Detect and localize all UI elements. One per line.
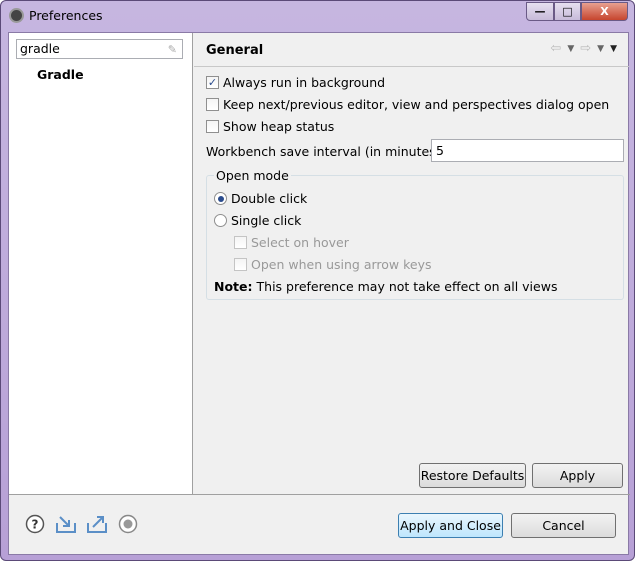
select-on-hover-checkbox: Select on hover <box>234 235 349 250</box>
export-icon[interactable] <box>86 513 108 535</box>
show-heap-status-checkbox[interactable]: Show heap status <box>206 119 334 134</box>
note-text: This preference may not take effect on a… <box>256 279 558 294</box>
checkbox-icon[interactable] <box>206 98 219 111</box>
footer-divider <box>9 494 630 495</box>
checkbox-icon <box>234 258 247 271</box>
option-label: Keep next/previous editor, view and pers… <box>223 97 610 112</box>
close-button[interactable]: X <box>581 2 628 21</box>
preference-page: General ⇦ ▼ ⇨ ▼ ▼ ✓ Always run in backgroun… <box>194 33 629 495</box>
back-arrow-icon[interactable]: ⇦ <box>550 41 561 56</box>
forward-dropdown-icon[interactable]: ▼ <box>597 44 604 56</box>
apply-button[interactable]: Apply <box>532 463 623 488</box>
radio-label: Single click <box>231 213 302 228</box>
preferences-window: Preferences — □ X gradle ✎ Gradle General… <box>0 0 635 561</box>
dialog-body: gradle ✎ Gradle General ⇦ ▼ ⇨ ▼ ▼ ✓ Always r… <box>8 32 630 555</box>
page-navigation: ⇦ ▼ ⇨ ▼ ▼ <box>550 41 617 56</box>
cancel-button[interactable]: Cancel <box>511 513 616 538</box>
navigation-panel: gradle ✎ Gradle <box>9 33 193 495</box>
svg-text:?: ? <box>32 518 39 532</box>
keep-dialog-open-checkbox[interactable]: Keep next/previous editor, view and pers… <box>206 97 609 112</box>
option-label: Always run in background <box>223 75 386 90</box>
open-mode-legend: Open mode <box>214 168 291 183</box>
double-click-radio[interactable]: Double click <box>214 191 307 206</box>
tree-item-gradle[interactable]: Gradle <box>37 67 84 82</box>
checkbox-icon <box>234 236 247 249</box>
help-icon[interactable]: ? <box>24 513 46 535</box>
back-dropdown-icon[interactable]: ▼ <box>567 44 574 56</box>
import-icon[interactable] <box>55 513 77 535</box>
app-gear-icon <box>9 8 24 23</box>
maximize-button[interactable]: □ <box>554 2 581 21</box>
forward-arrow-icon[interactable]: ⇨ <box>580 41 591 56</box>
page-title: General <box>206 43 264 58</box>
radio-label: Double click <box>231 191 308 206</box>
option-label: Select on hover <box>251 235 349 250</box>
checkbox-checked-icon[interactable]: ✓ <box>206 76 219 89</box>
header-divider <box>194 66 629 67</box>
save-interval-input[interactable]: 5 <box>431 139 624 162</box>
open-arrow-keys-checkbox: Open when using arrow keys <box>234 257 432 272</box>
option-label: Show heap status <box>223 119 335 134</box>
radio-icon[interactable] <box>214 214 227 227</box>
view-menu-icon[interactable]: ▼ <box>610 44 617 56</box>
note-label: Note: <box>214 279 253 294</box>
window-title: Preferences <box>29 8 103 23</box>
save-interval-label: Workbench save interval (in minutes): <box>206 144 445 159</box>
note: Note: This preference may not take effect… <box>214 279 557 294</box>
clear-filter-icon[interactable]: ✎ <box>168 43 177 56</box>
minimize-button[interactable]: — <box>526 2 554 21</box>
checkbox-icon[interactable] <box>206 120 219 133</box>
record-icon[interactable] <box>117 513 139 535</box>
restore-defaults-button[interactable]: Restore Defaults <box>419 463 526 488</box>
filter-input[interactable]: gradle ✎ <box>16 39 183 59</box>
apply-and-close-button[interactable]: Apply and Close <box>398 513 503 538</box>
filter-value: gradle <box>20 41 60 56</box>
always-run-background-checkbox[interactable]: ✓ Always run in background <box>206 75 385 90</box>
radio-selected-icon[interactable] <box>214 192 227 205</box>
option-label: Open when using arrow keys <box>251 257 432 272</box>
single-click-radio[interactable]: Single click <box>214 213 301 228</box>
